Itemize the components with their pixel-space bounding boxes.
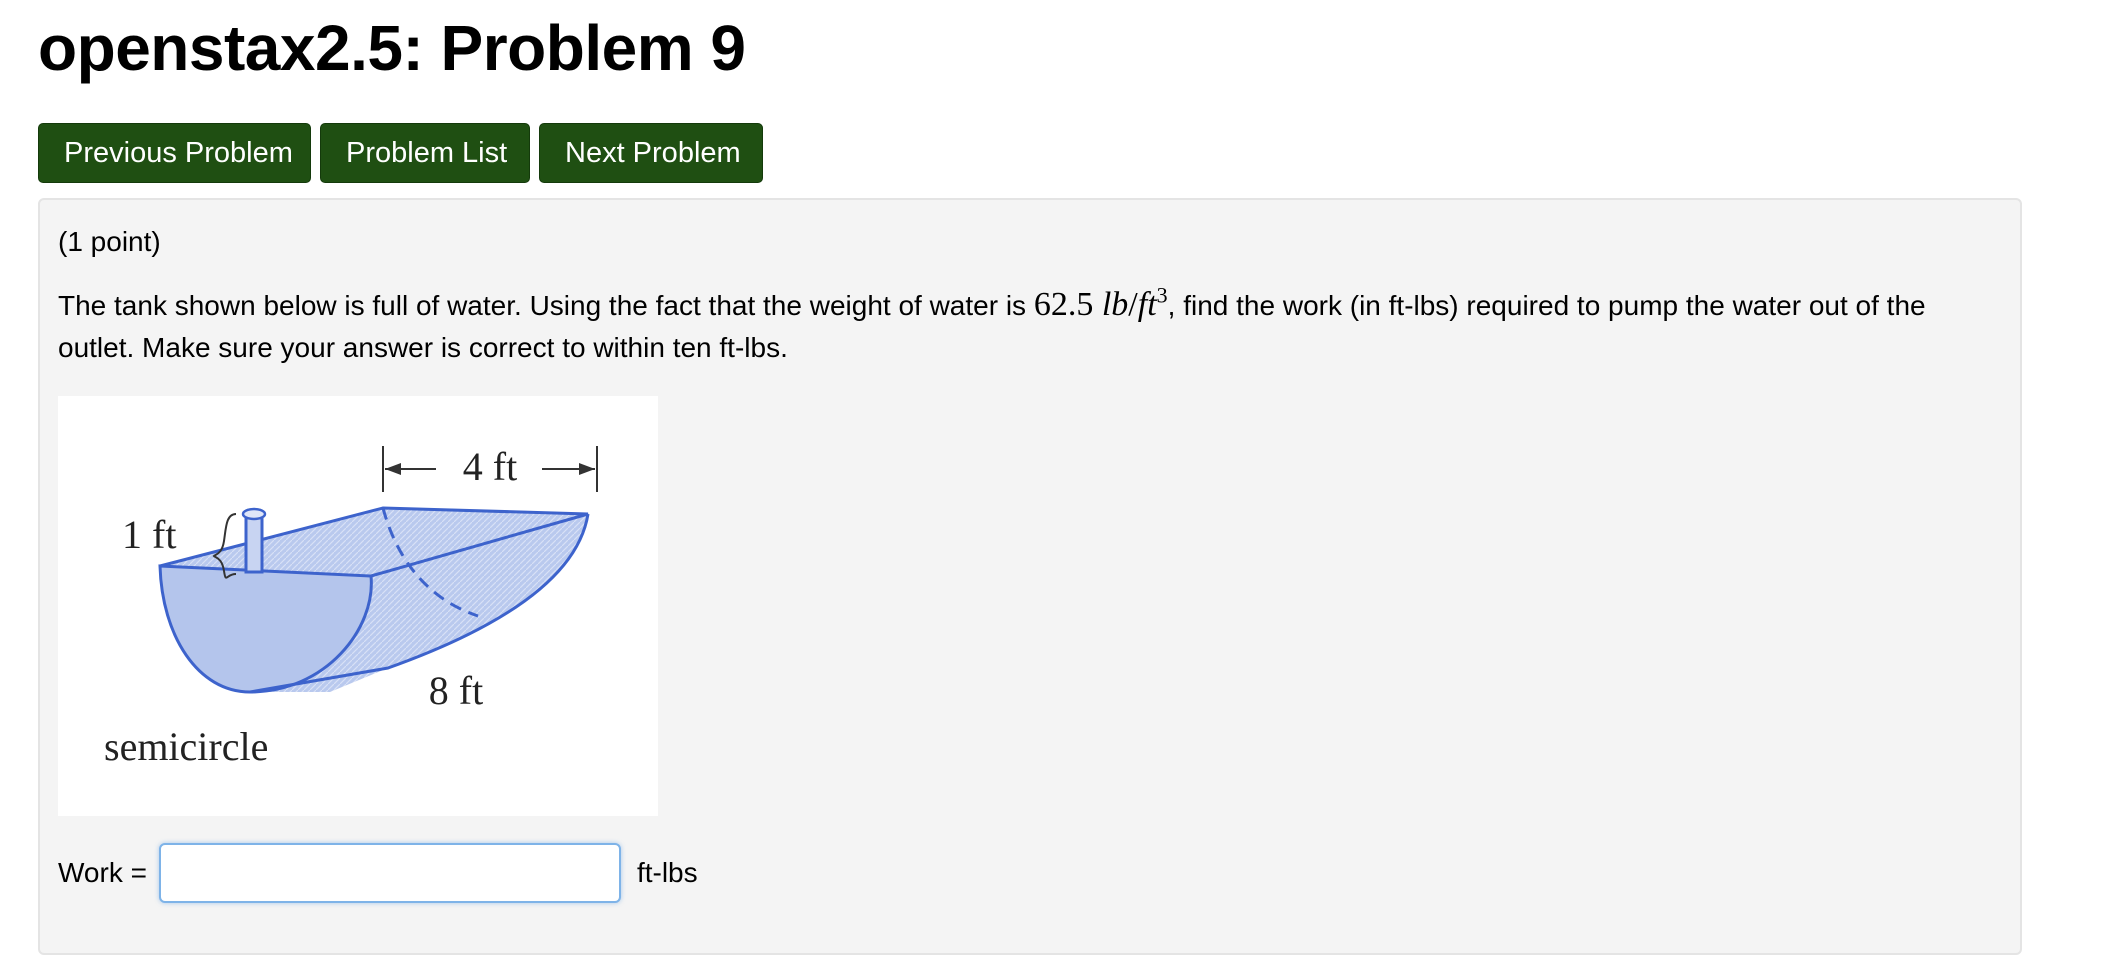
shape-label: semicircle [104, 724, 268, 769]
page-title: openstax2.5: Problem 9 [38, 12, 746, 84]
answer-row: Work = ft-lbs [58, 842, 698, 904]
problem-statement: The tank shown below is full of water. U… [58, 284, 2003, 369]
length-label: 8 ft [429, 668, 483, 713]
statement-text-before: The tank shown below is full of water. U… [58, 290, 1034, 321]
unit-lb: lb [1101, 286, 1129, 323]
work-unit-label: ft-lbs [636, 857, 698, 888]
unit-exponent: 3 [1156, 282, 1168, 308]
water-weight-formula: 62.5 lb/ft3 [1033, 282, 1168, 323]
problem-list-button[interactable]: Problem List [320, 123, 530, 183]
tank-diagram: 4 ft 1 ft 8 ft semicircle [104, 444, 598, 769]
unit-ft: ft [1137, 286, 1157, 323]
width-label: 4 ft [463, 444, 517, 489]
work-label: Work = [58, 857, 147, 888]
water-weight-value: 62.5 [1033, 286, 1102, 323]
next-problem-button[interactable]: Next Problem [539, 123, 763, 183]
problem-panel: (1 point) The tank shown below is full o… [38, 198, 2022, 955]
problem-points: (1 point) [58, 226, 161, 257]
unit-slash: / [1128, 286, 1138, 323]
outlet-pipe [244, 512, 264, 574]
problem-navigation: Previous Problem Problem List Next Probl… [38, 123, 763, 183]
outlet-height-label: 1 ft [122, 512, 176, 557]
tank-figure: 4 ft 1 ft 8 ft semicircle [58, 396, 658, 816]
previous-problem-button[interactable]: Previous Problem [38, 123, 311, 183]
work-answer-input[interactable] [158, 843, 621, 903]
